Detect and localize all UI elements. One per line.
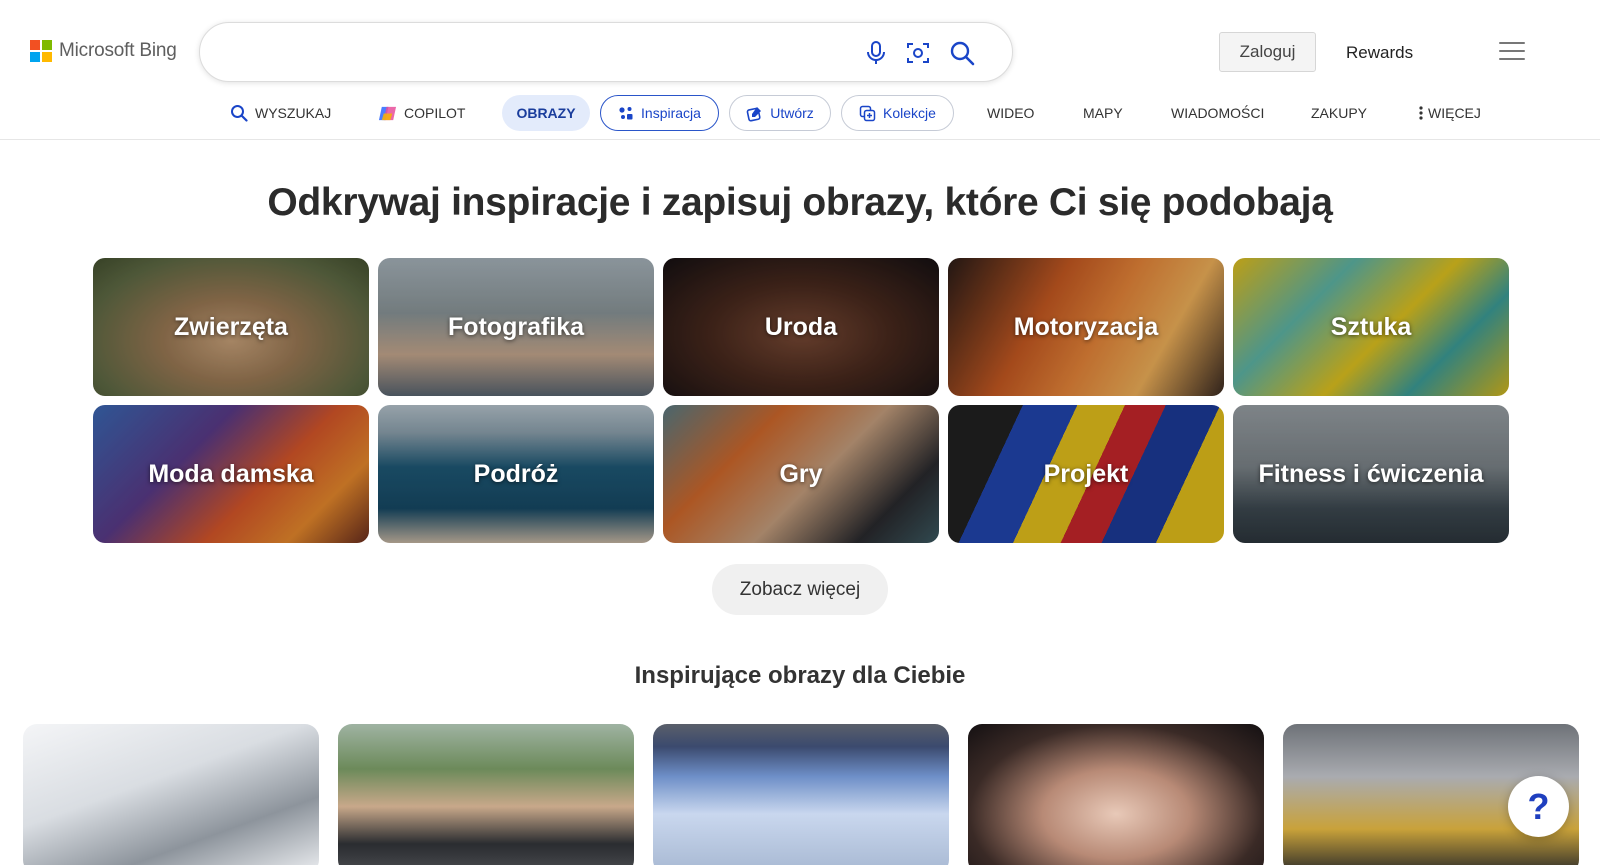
section-title: Inspirujące obrazy dla Ciebie — [634, 662, 966, 689]
tab-label: COPILOT — [404, 105, 466, 121]
more-vertical-icon — [1419, 106, 1423, 120]
see-more-button[interactable]: Zobacz więcej — [712, 564, 888, 615]
category-tile-zwierzeta[interactable]: Zwierzęta — [93, 258, 369, 396]
tab-utworz[interactable]: Utwórz — [729, 95, 831, 131]
tab-label: WIĘCEJ — [1428, 105, 1481, 121]
category-label: Projekt — [1043, 459, 1129, 488]
tab-wideo[interactable]: WIDEO — [987, 95, 1034, 131]
category-label: Zwierzęta — [174, 312, 288, 341]
tab-label: WIDEO — [987, 105, 1035, 121]
category-tile-gry[interactable]: Gry — [663, 405, 939, 543]
inspiration-image-card[interactable] — [338, 724, 634, 865]
category-tile-projekt[interactable]: Projekt — [948, 405, 1224, 543]
bing-logo[interactable]: Microsoft Bing — [30, 40, 177, 62]
category-label: Fitness i ćwiczenia — [1258, 459, 1484, 488]
tab-label: WYSZUKAJ — [255, 105, 332, 121]
tab-wyszukaj[interactable]: WYSZUKAJ — [230, 95, 331, 131]
create-icon — [746, 106, 762, 122]
inspiration-image-card[interactable] — [653, 724, 949, 865]
tab-label: Inspiracja — [641, 105, 701, 121]
logo-text: Microsoft Bing — [59, 40, 177, 61]
nav-tabs: WYSZUKAJ COPILOT OBRAZY Inspiracja Utwór… — [0, 95, 1600, 133]
category-label: Uroda — [764, 312, 838, 341]
search-input[interactable] — [224, 37, 844, 69]
category-label: Fotografika — [447, 312, 585, 341]
inspiration-icon — [619, 107, 633, 120]
inspiration-image-card[interactable] — [23, 724, 319, 865]
tab-label: OBRAZY — [516, 105, 576, 121]
tab-mapy[interactable]: MAPY — [1083, 95, 1123, 131]
search-submit-icon[interactable] — [948, 39, 976, 67]
category-tile-fitness[interactable]: Fitness i ćwiczenia — [1233, 405, 1509, 543]
visual-search-icon[interactable] — [904, 39, 932, 67]
collections-icon — [859, 105, 876, 121]
category-label: Sztuka — [1330, 312, 1412, 341]
category-label: Motoryzacja — [1013, 312, 1159, 341]
tab-label: ZAKUPY — [1311, 105, 1368, 121]
search-icon — [231, 105, 248, 122]
copilot-icon — [378, 106, 397, 120]
tab-inspiracja[interactable]: Inspiracja — [600, 95, 719, 131]
login-button[interactable]: Zaloguj — [1219, 32, 1316, 72]
tab-obrazy[interactable]: OBRAZY — [502, 95, 590, 131]
category-tile-podroz[interactable]: Podróż — [378, 405, 654, 543]
category-tile-sztuka[interactable]: Sztuka — [1233, 258, 1509, 396]
rewards-link[interactable]: Rewards — [1346, 43, 1413, 63]
category-label: Podróż — [473, 459, 559, 488]
tab-copilot[interactable]: COPILOT — [378, 95, 465, 131]
category-tile-motoryzacja[interactable]: Motoryzacja — [948, 258, 1224, 396]
category-label: Gry — [779, 459, 823, 488]
category-tile-uroda[interactable]: Uroda — [663, 258, 939, 396]
tab-wiadomosci[interactable]: WIADOMOŚCI — [1171, 95, 1264, 131]
microphone-icon[interactable] — [862, 39, 890, 67]
tab-kolekcje[interactable]: Kolekcje — [841, 95, 954, 131]
inspiration-image-card[interactable] — [968, 724, 1264, 865]
tab-wiecej[interactable]: WIĘCEJ — [1418, 95, 1481, 131]
category-tile-fotografika[interactable]: Fotografika — [378, 258, 654, 396]
microsoft-logo-icon — [30, 40, 52, 62]
tab-label: Utwórz — [770, 105, 814, 121]
header: Microsoft Bing Zaloguj Rewards WYSZUKAJ … — [0, 0, 1600, 140]
search-box — [199, 22, 1013, 82]
menu-icon[interactable] — [1499, 40, 1525, 62]
tab-label: MAPY — [1083, 105, 1123, 121]
category-label: Moda damska — [148, 459, 314, 488]
tab-zakupy[interactable]: ZAKUPY — [1311, 95, 1367, 131]
tab-label: WIADOMOŚCI — [1171, 105, 1265, 121]
tab-label: Kolekcje — [883, 105, 936, 121]
help-button[interactable]: ? — [1508, 776, 1569, 837]
page-title: Odkrywaj inspiracje i zapisuj obrazy, kt… — [267, 181, 1333, 224]
category-tile-moda-damska[interactable]: Moda damska — [93, 405, 369, 543]
